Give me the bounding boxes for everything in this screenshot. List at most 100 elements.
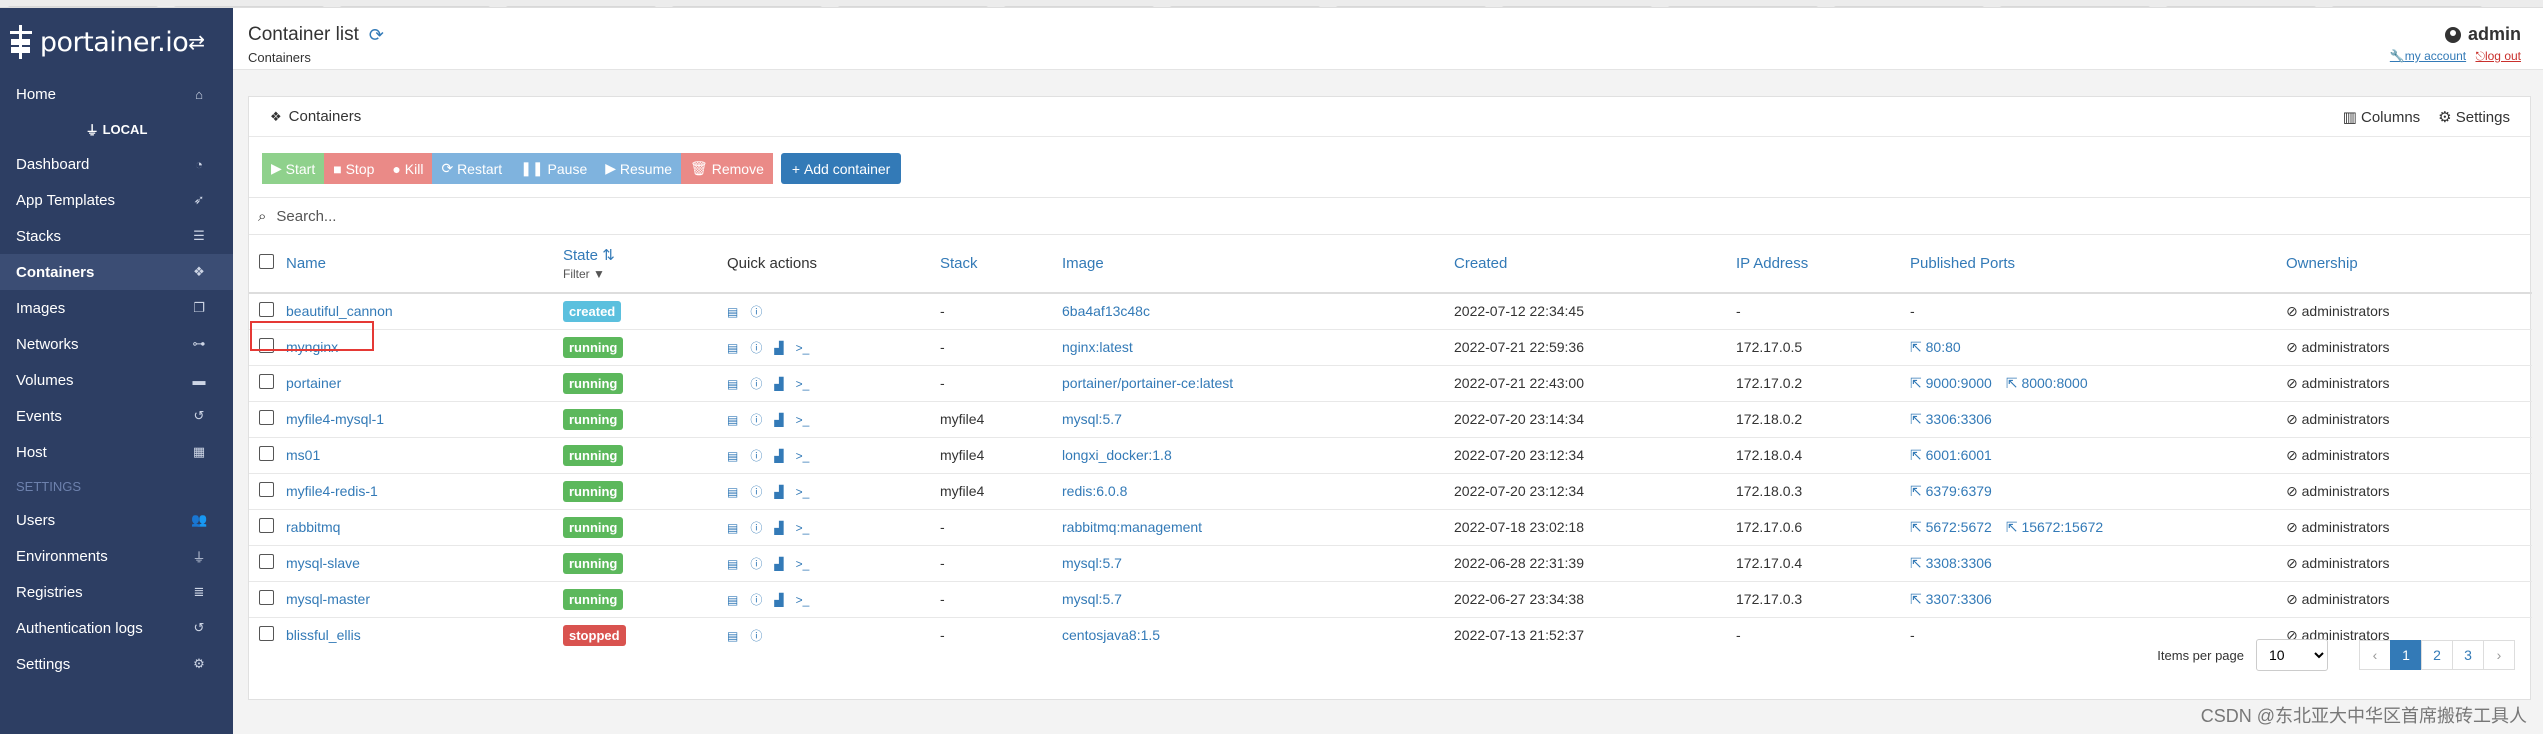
sidebar-item-volumes[interactable]: Volumes ▬ [0,362,233,398]
image-link[interactable]: rabbitmq:management [1062,519,1202,535]
page-1-button[interactable]: 1 [2390,640,2422,670]
published-port-link[interactable]: ⇱ 9000:9000 [1910,375,1992,391]
logs-icon[interactable]: ▤ [727,377,738,391]
logs-icon[interactable]: ▤ [727,305,738,319]
column-ownership[interactable]: Ownership [2286,235,2532,294]
column-ip-address[interactable]: IP Address [1736,235,1910,294]
row-checkbox[interactable] [259,410,274,425]
logs-icon[interactable]: ▤ [727,413,738,427]
console-icon[interactable]: >_ [796,413,810,427]
refresh-icon[interactable]: ⟳ [369,25,384,46]
restart-button[interactable]: ⟳ Restart [432,153,512,184]
row-checkbox[interactable] [259,518,274,533]
container-name-link[interactable]: beautiful_cannon [286,303,393,319]
pause-button[interactable]: ❚❚ Pause [511,153,597,184]
stats-icon[interactable]: ▟ [774,521,783,535]
column-created[interactable]: Created [1454,235,1736,294]
image-link[interactable]: mysql:5.7 [1062,411,1122,427]
container-name-link[interactable]: mysql-master [286,591,370,607]
sidebar-item-dashboard[interactable]: Dashboard ◔ [0,146,233,182]
items-per-page-select[interactable]: 10 [2256,639,2328,671]
column-name[interactable]: Name [286,235,563,294]
inspect-icon[interactable]: ⓘ [750,591,762,608]
log-out-link[interactable]: ⎋log out [2475,49,2521,63]
inspect-icon[interactable]: ⓘ [750,303,762,320]
start-button[interactable]: ▶ Start [262,153,325,184]
published-port-link[interactable]: ⇱ 8000:8000 [2006,375,2088,391]
stats-icon[interactable]: ▟ [774,341,783,355]
inspect-icon[interactable]: ⓘ [750,555,762,572]
row-checkbox[interactable] [259,554,274,569]
image-link[interactable]: mysql:5.7 [1062,591,1122,607]
page-3-button[interactable]: 3 [2452,640,2484,670]
state-filter[interactable]: Filter ▼ [563,267,727,281]
image-link[interactable]: longxi_docker:1.8 [1062,447,1172,463]
column-published-ports[interactable]: Published Ports [1910,235,2286,294]
console-icon[interactable]: >_ [796,521,810,535]
published-port-link[interactable]: ⇱ 15672:15672 [2006,519,2103,535]
prev-page-button[interactable]: ‹ [2359,640,2391,670]
published-port-link[interactable]: ⇱ 6001:6001 [1910,447,1992,463]
container-name-link[interactable]: rabbitmq [286,519,340,535]
row-checkbox[interactable] [259,338,274,353]
container-name-link[interactable]: myfile4-mysql-1 [286,411,384,427]
next-page-button[interactable]: › [2483,640,2515,670]
my-account-link[interactable]: 🔧my account [2390,49,2466,63]
container-name-link[interactable]: blissful_ellis [286,627,361,643]
sidebar-item-registries[interactable]: Registries ≣ [0,574,233,610]
image-link[interactable]: redis:6.0.8 [1062,483,1127,499]
stats-icon[interactable]: ▟ [774,449,783,463]
container-name-link[interactable]: mynginx [286,339,338,355]
container-name-link[interactable]: portainer [286,375,341,391]
inspect-icon[interactable]: ⓘ [750,483,762,500]
row-checkbox[interactable] [259,626,274,642]
sidebar-item-settings[interactable]: Settings ⚙ [0,646,233,682]
image-link[interactable]: mysql:5.7 [1062,555,1122,571]
logs-icon[interactable]: ▤ [727,521,738,535]
console-icon[interactable]: >_ [796,593,810,607]
sidebar-item-environments[interactable]: Environments ⏚ [0,538,233,574]
search-input[interactable] [276,207,877,225]
logs-icon[interactable]: ▤ [727,449,738,463]
published-port-link[interactable]: ⇱ 6379:6379 [1910,483,1992,499]
logs-icon[interactable]: ▤ [727,557,738,571]
console-icon[interactable]: >_ [796,377,810,391]
column-stack[interactable]: Stack [940,235,1062,294]
published-port-link[interactable]: ⇱ 5672:5672 [1910,519,1992,535]
inspect-icon[interactable]: ⓘ [750,375,762,392]
page-2-button[interactable]: 2 [2421,640,2453,670]
stop-button[interactable]: ■ Stop [324,153,384,184]
inspect-icon[interactable]: ⓘ [750,339,762,356]
column-state[interactable]: State ⇅ Filter ▼ [563,235,727,294]
console-icon[interactable]: >_ [796,341,810,355]
published-port-link[interactable]: ⇱ 80:80 [1910,339,1961,355]
logs-icon[interactable]: ▤ [727,593,738,607]
published-port-link[interactable]: ⇱ 3306:3306 [1910,411,1992,427]
column-image[interactable]: Image [1062,235,1454,294]
published-port-link[interactable]: ⇱ 3307:3306 [1910,591,1992,607]
image-link[interactable]: centosjava8:1.5 [1062,627,1160,643]
row-checkbox[interactable] [259,482,274,497]
columns-button[interactable]: ▥ Columns [2343,108,2421,126]
row-checkbox[interactable] [259,302,274,318]
stats-icon[interactable]: ▟ [774,485,783,499]
sidebar-item-authentication-logs[interactable]: Authentication logs ↺ [0,610,233,646]
image-link[interactable]: nginx:latest [1062,339,1133,355]
row-checkbox[interactable] [259,374,274,389]
inspect-icon[interactable]: ⓘ [750,411,762,428]
sidebar-item-containers[interactable]: Containers ❖ [0,254,233,290]
stats-icon[interactable]: ▟ [774,377,783,391]
container-name-link[interactable]: mysql-slave [286,555,360,571]
image-link[interactable]: portainer/portainer-ce:latest [1062,375,1233,391]
image-link[interactable]: 6ba4af13c48c [1062,303,1150,319]
inspect-icon[interactable]: ⓘ [750,627,762,644]
stats-icon[interactable]: ▟ [774,593,783,607]
sidebar-item-networks[interactable]: Networks ⊶ [0,326,233,362]
add-container-button[interactable]: + Add container [780,153,902,184]
brand[interactable]: portainer.io ⇄ [0,8,233,76]
resume-button[interactable]: ▶ Resume [596,153,682,184]
row-checkbox[interactable] [259,590,274,605]
container-name-link[interactable]: ms01 [286,447,320,463]
inspect-icon[interactable]: ⓘ [750,447,762,464]
logs-icon[interactable]: ▤ [727,485,738,499]
